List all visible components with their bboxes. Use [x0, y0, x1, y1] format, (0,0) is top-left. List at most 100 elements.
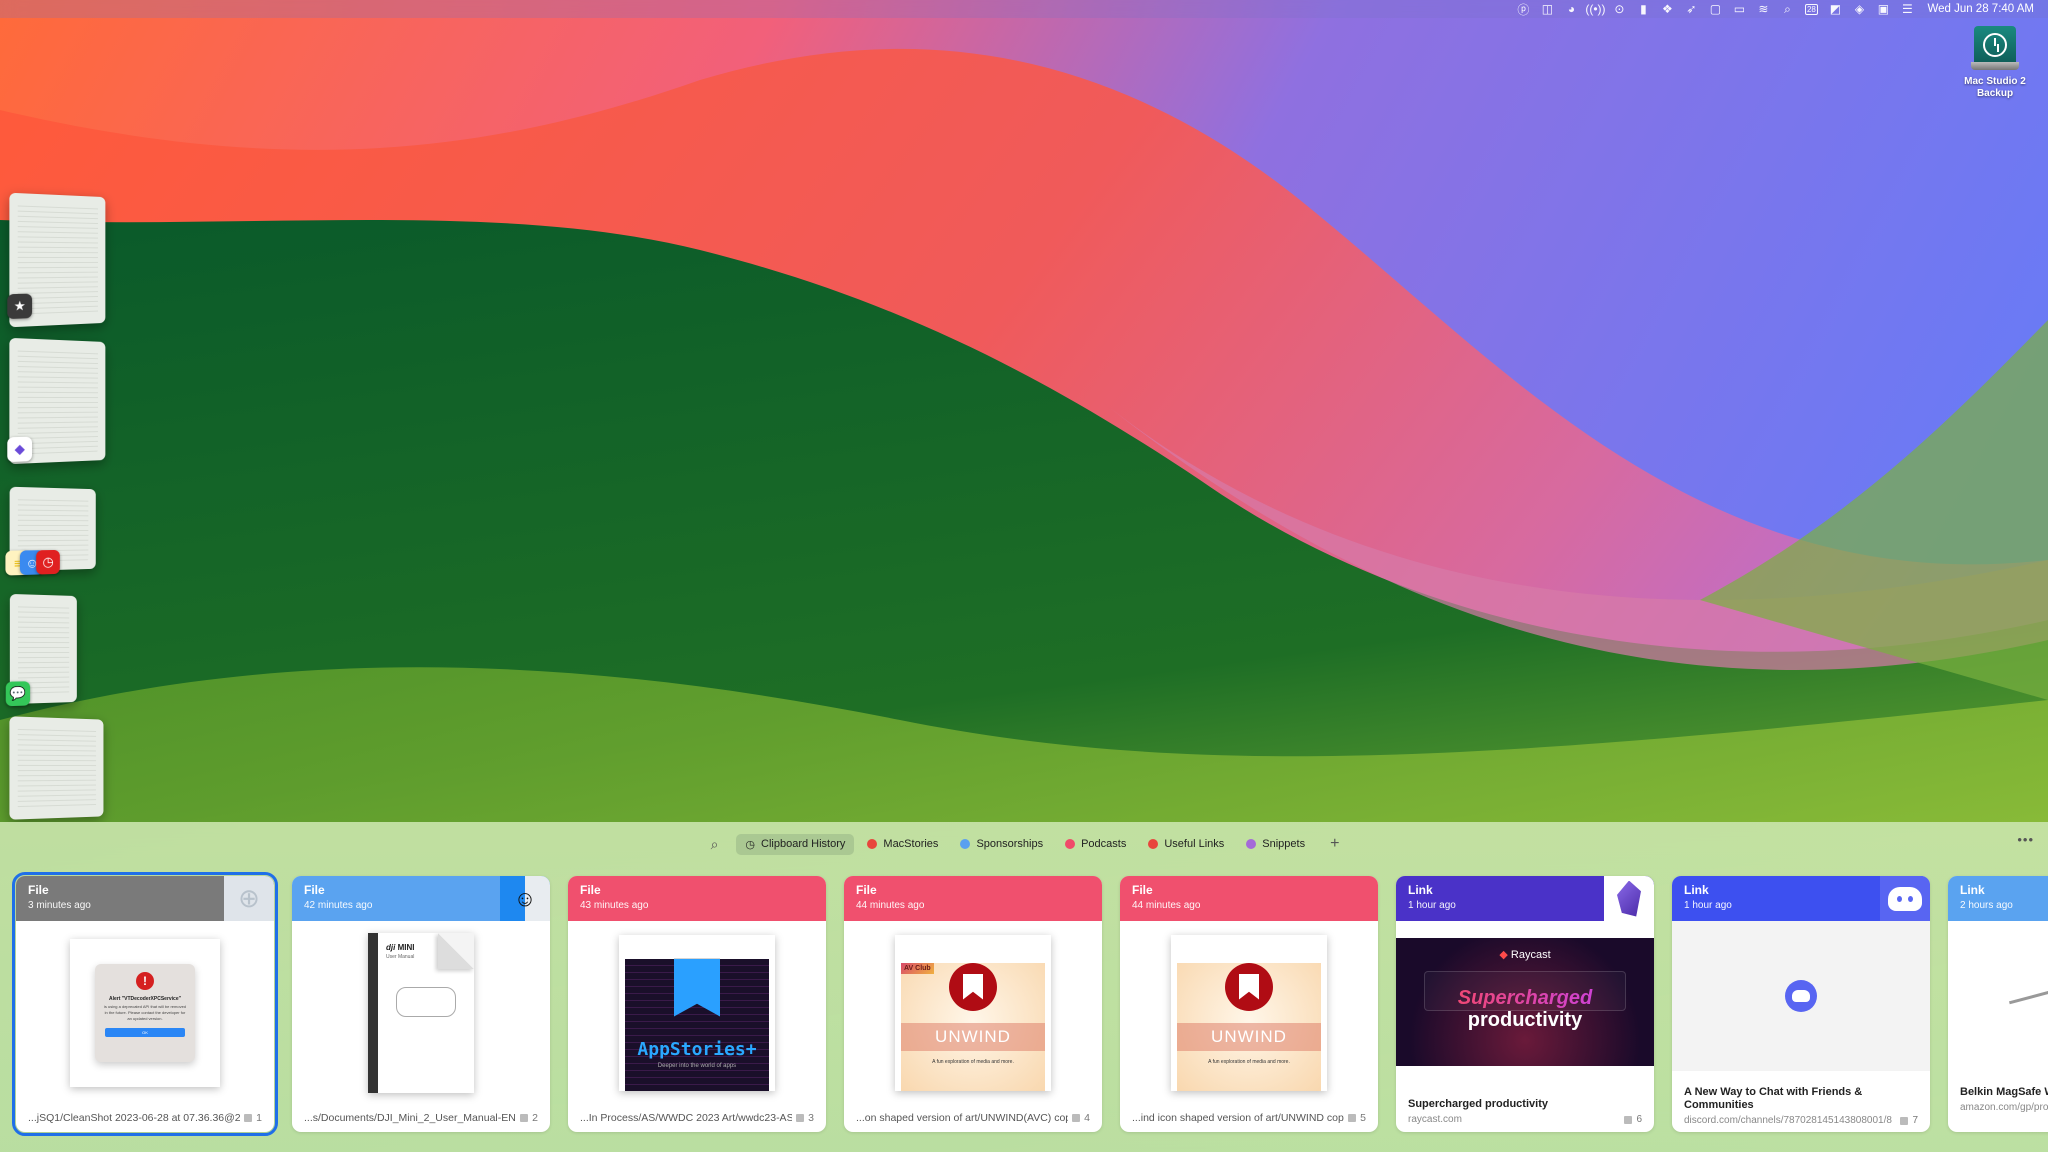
item-path: ...on shaped version of art/UNWIND(AVC) …	[856, 1112, 1069, 1124]
tab-useful-links[interactable]: Useful Links	[1139, 834, 1233, 854]
clipboard-item[interactable]: Link 2 hours ago Belkin MagSafe Wireless…	[1948, 876, 2048, 1132]
card-header: File 44 minutes ago	[1120, 876, 1378, 921]
item-index: 6	[1636, 1114, 1642, 1125]
alert-icon: !	[136, 971, 154, 990]
item-type: Link	[1960, 883, 1985, 897]
card-header: Link 2 hours ago	[1948, 876, 2048, 921]
dropbox-icon[interactable]: ❖	[1655, 0, 1679, 18]
color-dot	[1148, 839, 1159, 849]
tab-label: Podcasts	[1081, 838, 1127, 850]
stage-group-obsidian[interactable]: ◆	[7, 337, 106, 465]
preview-tagline: Deeper into the world of apps	[657, 1062, 737, 1069]
play-circle-icon[interactable]: ⊙	[1607, 0, 1631, 18]
link-url: raycast.com	[1408, 1114, 1462, 1125]
link-url: amazon.com/gp/prod	[1960, 1102, 2048, 1113]
note-icon	[796, 1114, 805, 1122]
search-icon[interactable]: ⌕	[1775, 0, 1799, 18]
rocket-icon[interactable]: ➶	[1679, 0, 1703, 18]
preview-tagline: A fun exploration of media and more.	[1208, 1058, 1290, 1065]
pastebot-icon[interactable]: ⓟ	[1511, 0, 1535, 18]
clipboard-items: File 3 minutes ago ⊕ ! Alert "VTDecoderX…	[12, 872, 2048, 1136]
preview-brand: Raycast	[1510, 949, 1551, 961]
link-title: Belkin MagSafe Wireless Charger - MagSaf…	[1960, 1086, 2048, 1098]
stage-group-notes-finder-timery[interactable]: ≡ ☺ ◷	[5, 486, 96, 576]
preview-title: UNWIND	[901, 1022, 1045, 1051]
bookmark-icon[interactable]: ▮	[1631, 0, 1655, 18]
airplay-broadcast-icon[interactable]: ((•))	[1583, 0, 1607, 18]
desktop-item-label: Mac Studio 2 Backup	[1964, 76, 2026, 99]
item-path: ...ind icon shaped version of art/UNWIND…	[1132, 1112, 1345, 1124]
card-footer: ...on shaped version of art/UNWIND(AVC) …	[844, 1104, 1102, 1132]
card-footer: ...In Process/AS/WWDC 2023 Art/wwdc23-AS…	[568, 1104, 826, 1132]
timer-icon[interactable]: ▢	[1703, 0, 1727, 18]
item-path: ...s/Documents/DJI_Mini_2_User_Manual-EN…	[304, 1112, 517, 1124]
card-header: Link 1 hour ago	[1396, 876, 1654, 921]
item-index: 1	[256, 1112, 262, 1124]
messages-icon: 💬	[5, 681, 31, 707]
clipboard-panel: ⌕ ◷ Clipboard History MacStories Sponsor…	[0, 822, 2048, 1152]
link-title: A New Way to Chat with Friends & Communi…	[1684, 1086, 1863, 1111]
clipboard-item[interactable]: Link 1 hour ago A New Way to Chat with F…	[1672, 876, 1930, 1132]
display-icon[interactable]: ▣	[1871, 0, 1895, 18]
stage-group-reeder[interactable]: ★	[7, 192, 106, 328]
alert-ok-button: OK	[105, 1027, 185, 1037]
preview-headline: productivity	[1467, 1009, 1583, 1031]
tab-podcasts[interactable]: Podcasts	[1056, 834, 1135, 854]
card-footer: A New Way to Chat with Friends & Communi…	[1672, 1080, 1930, 1132]
stage-group-messages[interactable]: 💬	[5, 593, 77, 707]
charger-product-image	[2008, 980, 2048, 1005]
more-options-button[interactable]: •••	[2017, 832, 2034, 847]
clipboard-item[interactable]: File 44 minutes ago AV Club UNWIND A fun…	[844, 876, 1102, 1132]
battery-toggle-icon[interactable]: ▭	[1727, 0, 1751, 18]
tab-label: Useful Links	[1164, 838, 1225, 850]
clipboard-item[interactable]: Link 1 hour ago ◆ Raycast Supercharged p…	[1396, 876, 1654, 1132]
tab-clipboard-history[interactable]: ◷ Clipboard History	[736, 833, 855, 855]
layers-icon[interactable]: ◈	[1847, 0, 1871, 18]
link-preview-image	[1672, 921, 1930, 1071]
obsidian-icon	[1604, 876, 1654, 921]
split-view-icon[interactable]: ◫	[1535, 0, 1559, 18]
clipboard-item[interactable]: File 43 minutes ago AppStories+ Deeper i…	[568, 876, 826, 1132]
raycast-logo-icon: ◆	[1499, 949, 1508, 961]
clipboard-item[interactable]: File 44 minutes ago UNWIND A fun explora…	[1120, 876, 1378, 1132]
item-preview: dji MINI User Manual	[292, 921, 550, 1104]
pac-icon[interactable]: ◕	[1559, 0, 1583, 18]
tab-label: Sponsorships	[976, 838, 1044, 850]
tab-macstories[interactable]: MacStories	[858, 834, 947, 854]
desktop-item-backup-drive[interactable]: Mac Studio 2 Backup	[1955, 26, 2035, 100]
tab-label: MacStories	[883, 838, 939, 850]
tab-label: Snippets	[1262, 838, 1306, 850]
stage-group-browser[interactable]	[9, 716, 104, 820]
calendar-day: 28	[1804, 3, 1818, 15]
shield-icon[interactable]: ◩	[1823, 0, 1847, 18]
control-center-icon[interactable]: ☰	[1895, 0, 1919, 18]
tab-sponsorships[interactable]: Sponsorships	[951, 834, 1052, 854]
color-dot	[960, 839, 971, 849]
clipboard-item[interactable]: File 3 minutes ago ⊕ ! Alert "VTDecoderX…	[12, 872, 278, 1136]
item-index: 7	[1912, 1115, 1918, 1126]
item-preview: AppStories+ Deeper into the world of app…	[568, 921, 826, 1104]
card-header: File 43 minutes ago	[568, 876, 826, 921]
finder-icon: ☺	[500, 876, 550, 921]
unwind-bookmark-icon	[949, 962, 997, 1011]
unwind-bookmark-icon	[1225, 962, 1273, 1011]
item-preview: UNWIND A fun exploration of media and mo…	[1120, 921, 1378, 1104]
calendar-icon[interactable]: 28	[1799, 0, 1823, 18]
cleanshot-icon: ⊕	[224, 876, 274, 921]
preview-tagline: A fun exploration of media and more.	[932, 1058, 1014, 1065]
item-index: 4	[1084, 1112, 1090, 1124]
clipboard-item[interactable]: File 42 minutes ago ☺ dji MINI User Manu…	[292, 876, 550, 1132]
link-url: discord.com/channels/787028145143808001/…	[1684, 1115, 1892, 1126]
search-icon[interactable]: ⌕	[697, 836, 733, 853]
item-path: ...jSQ1/CleanShot 2023-06-28 at 07.36.36…	[28, 1112, 241, 1124]
tab-snippets[interactable]: Snippets	[1237, 834, 1314, 854]
appstories-bookmark-icon	[674, 958, 720, 1017]
item-time: 44 minutes ago	[856, 900, 925, 911]
wifi-icon[interactable]: ≋	[1751, 0, 1775, 18]
menu-clock[interactable]: Wed Jun 28 7:40 AM	[1927, 3, 2034, 15]
tab-label: Clipboard History	[761, 838, 846, 850]
add-pinboard-button[interactable]: +	[1318, 835, 1351, 853]
item-index: 5	[1360, 1112, 1366, 1124]
card-footer: ...s/Documents/DJI_Mini_2_User_Manual-EN…	[292, 1104, 550, 1132]
card-footer: Supercharged productivity raycast.com 6	[1396, 1080, 1654, 1132]
